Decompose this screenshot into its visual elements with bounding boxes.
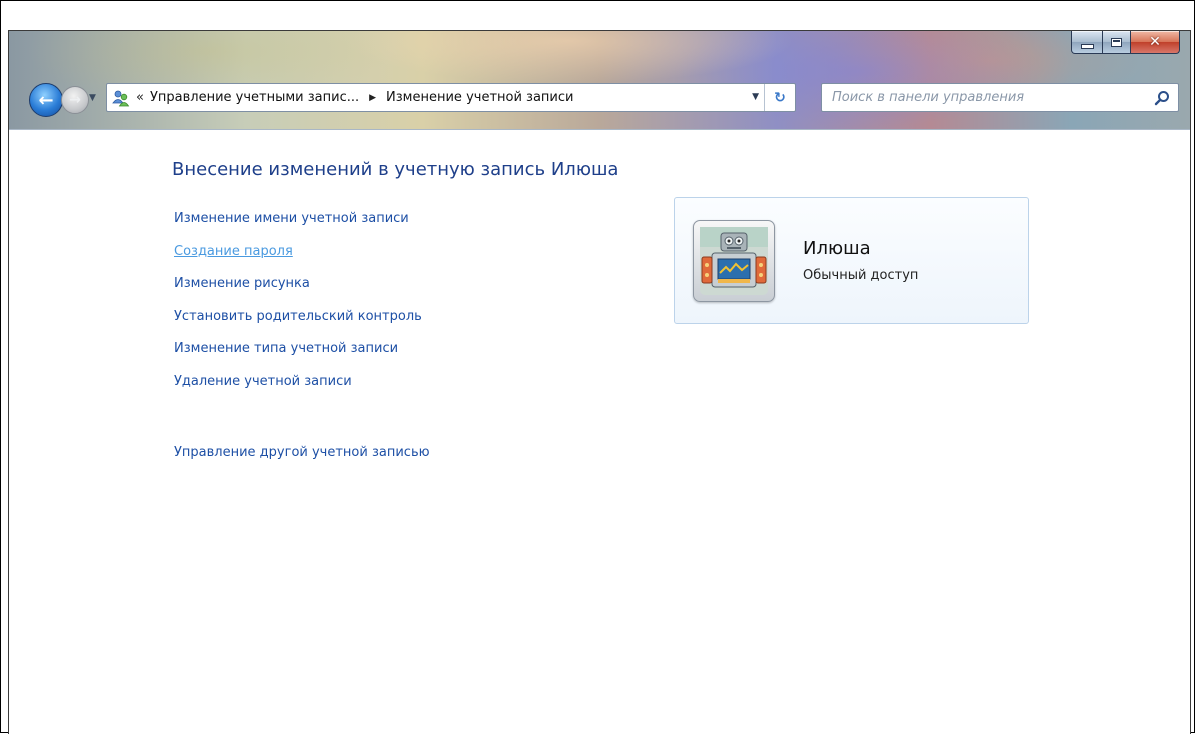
close-icon: ✕ (1149, 34, 1161, 50)
manage-another-account-link[interactable]: Управление другой учетной записью (174, 445, 430, 460)
title-bar: ✕ ← → ▼ « Управление учетными запис... ▶… (9, 31, 1190, 129)
refresh-icon: ↻ (774, 89, 786, 106)
robot-avatar-icon (700, 227, 768, 295)
back-arrow-icon: ← (38, 89, 54, 111)
breadcrumb-overflow[interactable]: « (136, 90, 144, 105)
breadcrumb-parent[interactable]: Управление учетными запис... (150, 90, 359, 105)
account-type-label: Обычный доступ (803, 268, 919, 283)
address-dropdown-icon[interactable]: ▼ (752, 92, 759, 102)
parental-controls-link[interactable]: Установить родительский контроль (174, 307, 422, 340)
search-input[interactable]: Поиск в панели управления (832, 90, 1152, 105)
search-icon[interactable] (1152, 88, 1172, 108)
close-button[interactable]: ✕ (1131, 31, 1180, 54)
caption-buttons: ✕ (1071, 31, 1180, 57)
forward-button[interactable]: → (61, 86, 89, 114)
search-box[interactable]: Поиск в панели управления (821, 83, 1179, 112)
refresh-button[interactable]: ↻ (764, 84, 795, 111)
forward-arrow-icon: → (69, 92, 81, 108)
recent-pages-dropdown[interactable]: ▼ (89, 93, 96, 103)
breadcrumb-separator-icon[interactable]: ▶ (369, 93, 376, 103)
user-name: Илюша (803, 238, 871, 259)
address-bar[interactable]: « Управление учетными запис... ▶ Изменен… (106, 83, 796, 112)
control-panel-window: ✕ ← → ▼ « Управление учетными запис... ▶… (8, 30, 1191, 734)
task-list: Изменение имени учетной записи Создание … (174, 209, 422, 404)
minimize-icon (1080, 43, 1094, 49)
delete-account-link[interactable]: Удаление учетной записи (174, 372, 422, 405)
maximize-icon (1111, 37, 1122, 47)
user-account-tile: Илюша Обычный доступ (674, 197, 1029, 324)
change-account-name-link[interactable]: Изменение имени учетной записи (174, 209, 422, 242)
breadcrumb-current[interactable]: Изменение учетной записи (386, 90, 573, 105)
change-picture-link[interactable]: Изменение рисунка (174, 274, 422, 307)
create-password-link[interactable]: Создание пароля (174, 242, 422, 275)
page-title: Внесение изменений в учетную запись Илюш… (172, 159, 619, 180)
content-area: Внесение изменений в учетную запись Илюш… (9, 129, 1190, 734)
maximize-button[interactable] (1103, 31, 1131, 54)
user-accounts-icon (112, 89, 130, 107)
avatar[interactable] (693, 220, 775, 302)
change-account-type-link[interactable]: Изменение типа учетной записи (174, 339, 422, 372)
minimize-button[interactable] (1071, 31, 1103, 54)
back-button[interactable]: ← (29, 83, 63, 117)
